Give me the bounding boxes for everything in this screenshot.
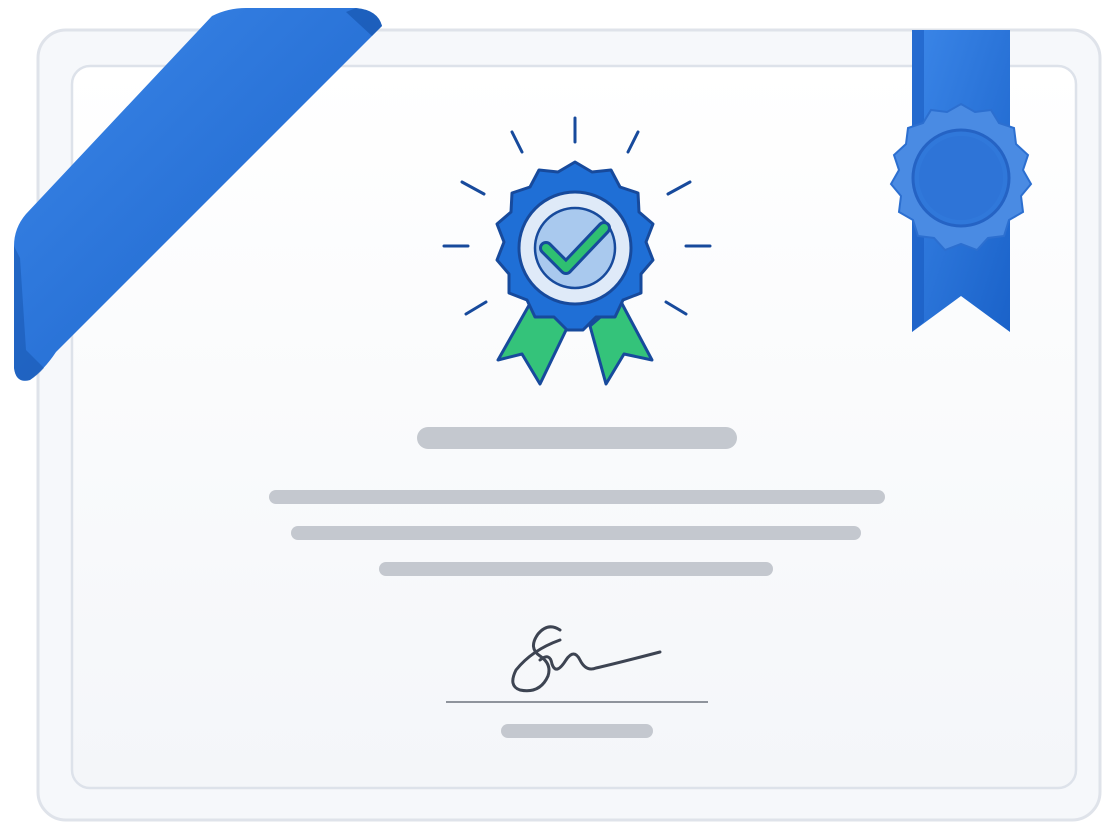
certificate-illustration (0, 0, 1108, 822)
certificate-svg (14, 8, 1102, 822)
